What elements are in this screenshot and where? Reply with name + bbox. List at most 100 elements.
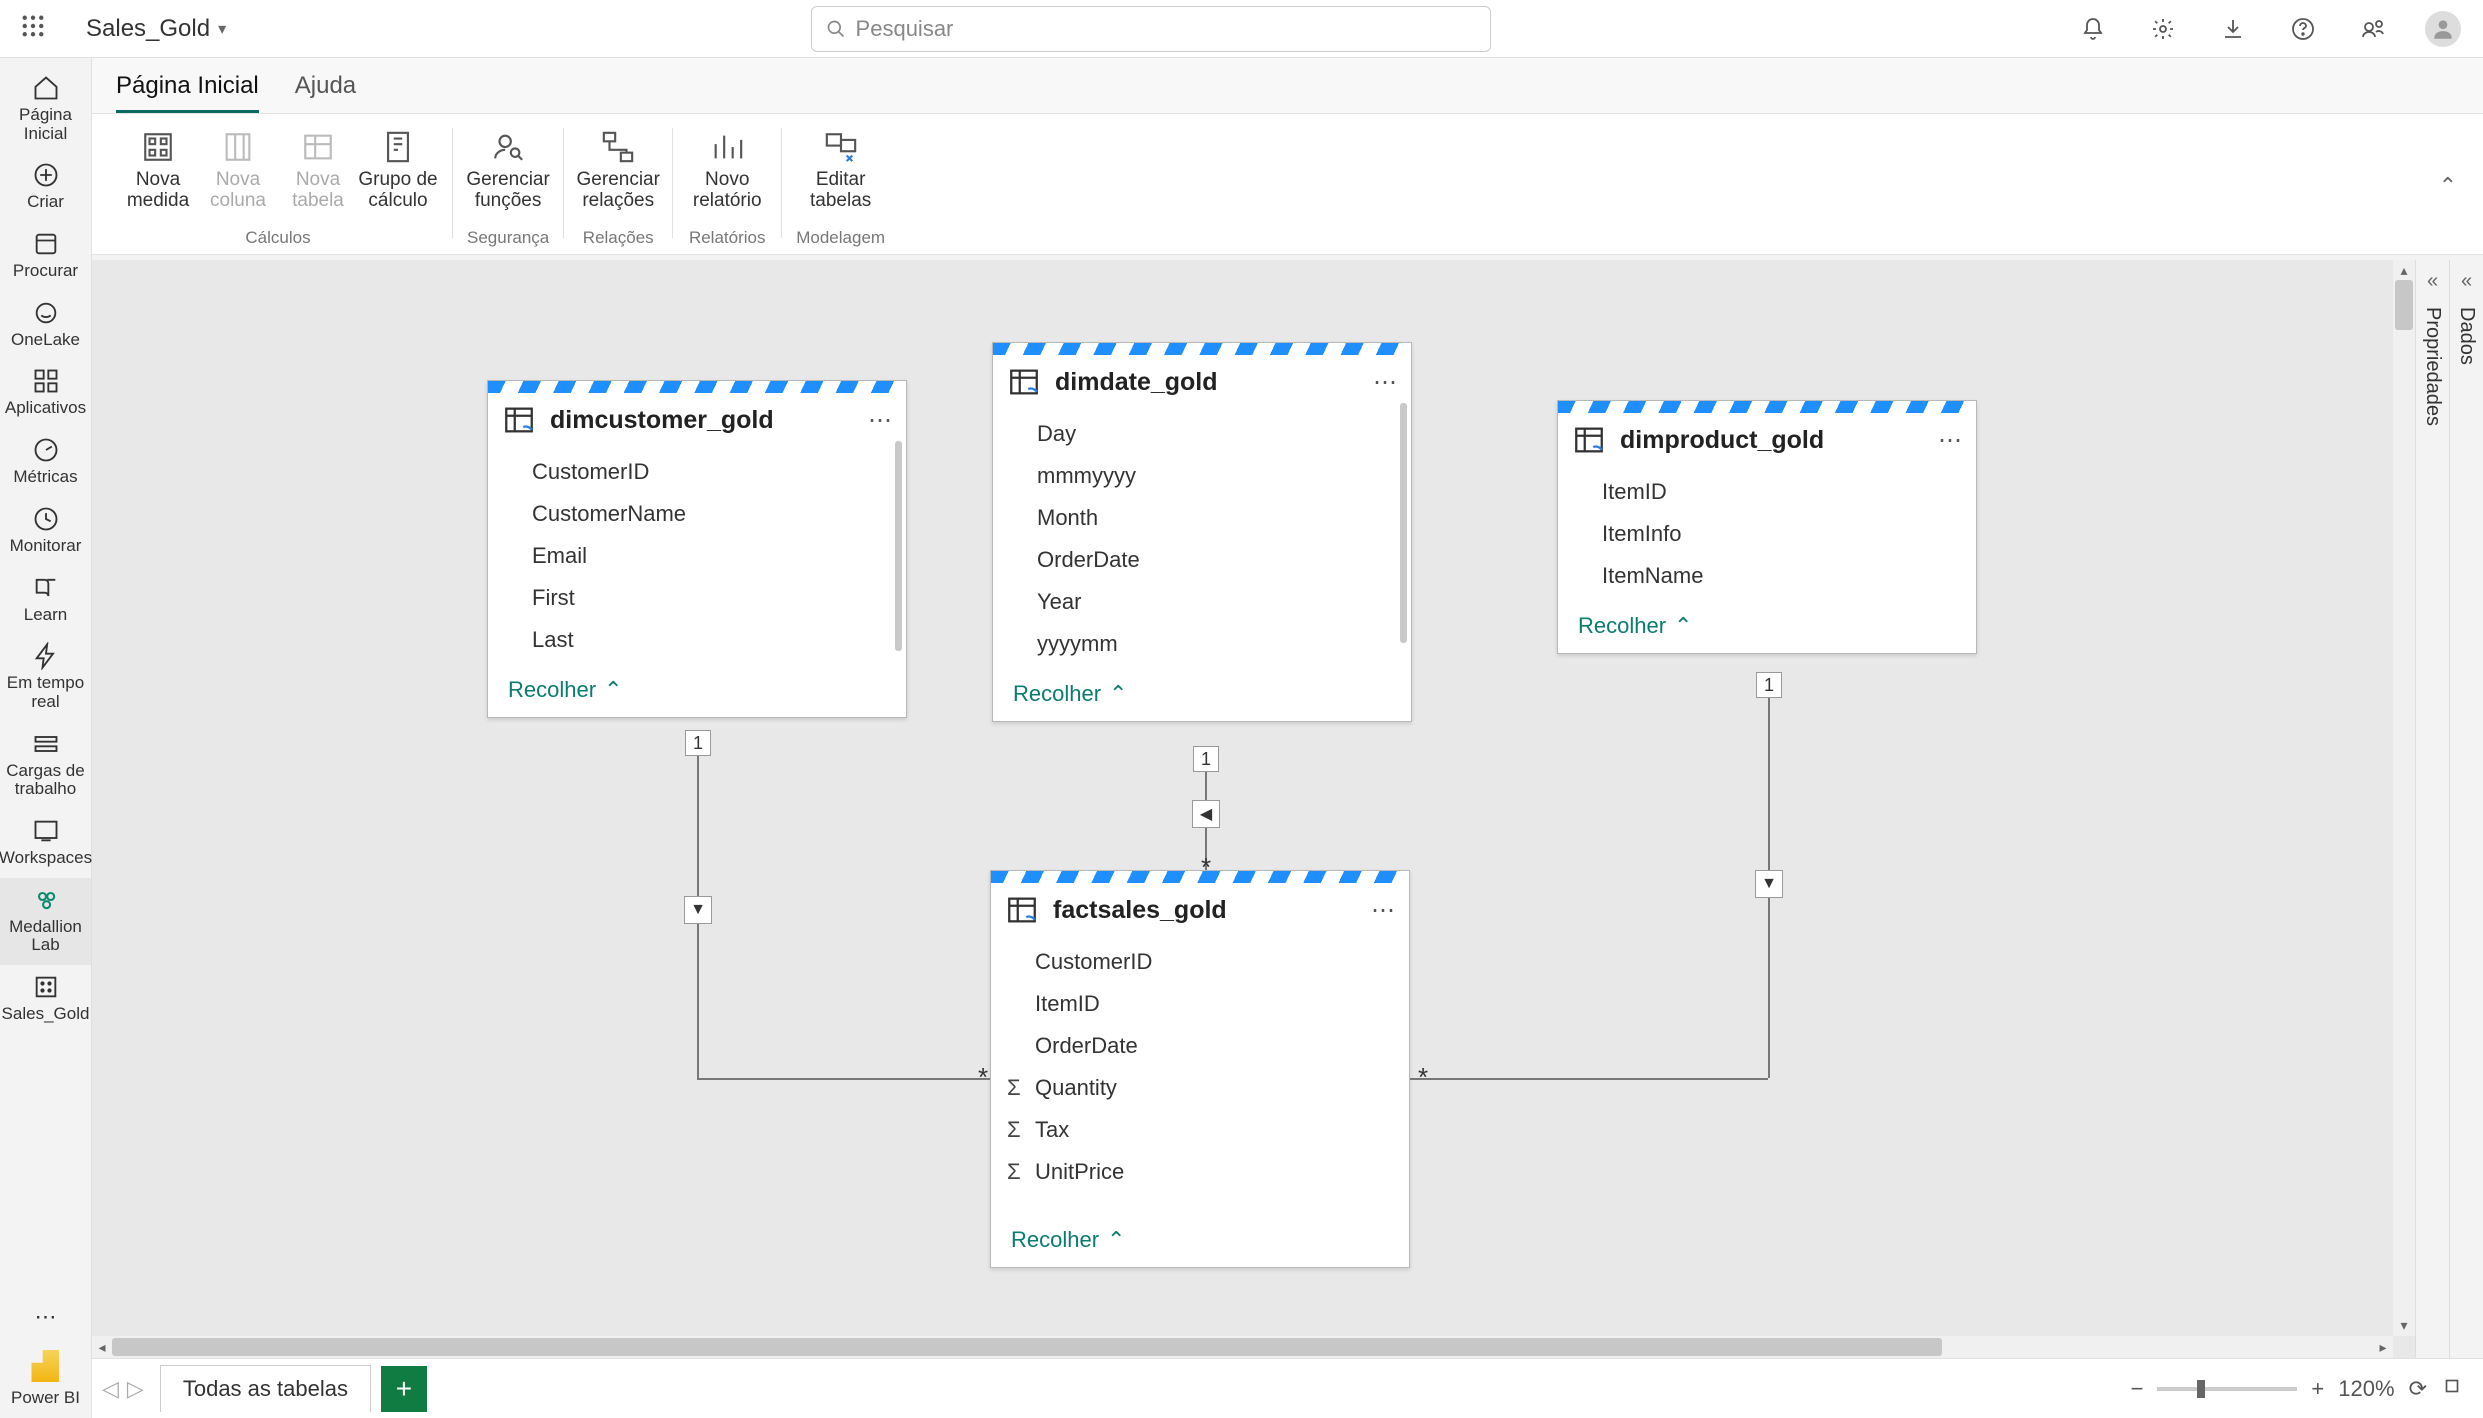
sheet-tab-all-tables[interactable]: Todas as tabelas (160, 1365, 371, 1412)
nav-learn[interactable]: Learn (0, 566, 91, 635)
tab-home[interactable]: Página Inicial (116, 72, 259, 113)
expand-left-icon[interactable]: « (2427, 270, 2438, 293)
nav-create[interactable]: Criar (0, 153, 91, 222)
nav-item-salesgold[interactable]: Sales_Gold (0, 965, 91, 1034)
top-bar: Sales_Gold ▾ Pesquisar (0, 0, 2483, 58)
column-item[interactable]: CustomerID (991, 941, 1409, 983)
column-item[interactable]: ΣUnitPrice (991, 1151, 1409, 1193)
notifications-icon[interactable] (2075, 11, 2111, 47)
collapse-button[interactable]: Recolher⌃ (1558, 603, 1976, 653)
zoom-in-button[interactable]: + (2311, 1376, 2324, 1402)
app-launcher-icon[interactable] (10, 15, 56, 43)
table-card-factsales[interactable]: factsales_gold ⋯ CustomerID ItemID Order… (990, 870, 1410, 1268)
table-icon (1005, 893, 1039, 927)
settings-icon[interactable] (2145, 11, 2181, 47)
zoom-refresh-icon[interactable]: ⟳ (2409, 1376, 2427, 1402)
calc-group-button[interactable]: Grupo decálculo (358, 122, 438, 214)
table-card-dimdate[interactable]: dimdate_gold ⋯ Day mmmyyyy Month OrderDa… (992, 342, 1412, 722)
cardinality-one: 1 (1193, 746, 1219, 772)
fit-to-page-button[interactable] (2441, 1375, 2463, 1403)
table-card-dimproduct[interactable]: dimproduct_gold ⋯ ItemID ItemInfo ItemNa… (1557, 400, 1977, 654)
column-item[interactable]: OrderDate (993, 539, 1411, 581)
cardinality-one: 1 (685, 730, 711, 756)
nav-browse[interactable]: Procurar (0, 222, 91, 291)
column-item[interactable]: Last (488, 619, 906, 661)
relationship-line[interactable] (1410, 1078, 1768, 1080)
new-column-button: Novacoluna (198, 122, 278, 214)
data-pane-collapsed[interactable]: « Dados (2449, 260, 2483, 1358)
model-canvas[interactable]: dimcustomer_gold ⋯ CustomerID CustomerNa… (92, 260, 2415, 1358)
column-item[interactable]: Year (993, 581, 1411, 623)
add-sheet-button[interactable]: + (381, 1366, 427, 1412)
manage-relationships-button[interactable]: Gerenciarrelações (578, 122, 658, 214)
column-item[interactable]: ItemID (991, 983, 1409, 1025)
zoom-slider[interactable] (2157, 1387, 2297, 1391)
table-more-icon[interactable]: ⋯ (868, 406, 892, 435)
column-item[interactable]: ΣQuantity (991, 1067, 1409, 1109)
filter-direction-icon: ▼ (1755, 870, 1783, 898)
canvas-scrollbar-horizontal[interactable]: ◂▸ (92, 1336, 2393, 1358)
cardinality-one: 1 (1756, 672, 1782, 698)
collapse-button[interactable]: Recolher⌃ (993, 671, 1411, 721)
chevron-down-icon: ▾ (218, 19, 226, 39)
tab-help[interactable]: Ajuda (295, 72, 356, 113)
search-box[interactable]: Pesquisar (811, 6, 1491, 52)
column-item[interactable]: mmmyyyy (993, 455, 1411, 497)
calcgroup-icon (381, 124, 415, 170)
search-placeholder: Pesquisar (856, 16, 954, 42)
ribbon-tabs: Página Inicial Ajuda (92, 58, 2483, 113)
model-name-dropdown[interactable]: Sales_Gold ▾ (86, 15, 226, 43)
nav-workloads[interactable]: Cargas de trabalho (0, 722, 91, 809)
column-item[interactable]: CustomerName (488, 493, 906, 535)
column-item[interactable]: OrderDate (991, 1025, 1409, 1067)
table-more-icon[interactable]: ⋯ (1371, 896, 1395, 925)
canvas-scrollbar-vertical[interactable]: ▴▾ (2393, 260, 2415, 1336)
nav-metrics[interactable]: Métricas (0, 428, 91, 497)
collapse-button[interactable]: Recolher⌃ (991, 1217, 1409, 1267)
sheet-prev-button[interactable]: ◁ (102, 1376, 119, 1402)
new-report-button[interactable]: Novorelatório (687, 122, 767, 214)
nav-realtime[interactable]: Em tempo real (0, 634, 91, 721)
download-icon[interactable] (2215, 11, 2251, 47)
user-avatar[interactable] (2425, 11, 2461, 47)
column-item[interactable]: ItemID (1558, 471, 1976, 513)
sigma-icon: Σ (1007, 1075, 1021, 1101)
column-item[interactable]: Day (993, 413, 1411, 455)
column-item[interactable]: ΣTax (991, 1109, 1409, 1151)
chevron-up-icon: ⌃ (1109, 681, 1127, 707)
manage-roles-button[interactable]: Gerenciarfunções (468, 122, 548, 214)
nav-home[interactable]: Página Inicial (0, 66, 91, 153)
expand-left-icon[interactable]: « (2461, 270, 2472, 293)
table-title: dimdate_gold (1055, 368, 1218, 397)
column-item[interactable]: ItemName (1558, 555, 1976, 597)
sheet-next-button[interactable]: ▷ (127, 1376, 144, 1402)
chevron-up-icon: ⌃ (1674, 613, 1692, 639)
zoom-out-button[interactable]: − (2131, 1376, 2144, 1402)
new-measure-button[interactable]: Novamedida (118, 122, 198, 214)
nav-workspace-medallion[interactable]: Medallion Lab (0, 878, 91, 965)
column-item[interactable]: CustomerID (488, 451, 906, 493)
ribbon-collapse-button[interactable]: ⌃ (2423, 173, 2473, 199)
table-more-icon[interactable]: ⋯ (1373, 368, 1397, 397)
relationship-line[interactable] (697, 1078, 990, 1080)
column-item[interactable]: Month (993, 497, 1411, 539)
column-item[interactable]: First (488, 577, 906, 619)
table-more-icon[interactable]: ⋯ (1938, 426, 1962, 455)
column-item[interactable]: Email (488, 535, 906, 577)
properties-pane-collapsed[interactable]: « Propriedades (2415, 260, 2449, 1358)
column-item[interactable]: ItemInfo (1558, 513, 1976, 555)
report-icon (710, 124, 744, 170)
nav-workspaces[interactable]: Workspaces (0, 809, 91, 878)
nav-onelake[interactable]: OneLake (0, 291, 91, 360)
nav-apps[interactable]: Aplicativos (0, 359, 91, 428)
filter-direction-icon: ▼ (684, 896, 712, 924)
help-icon[interactable] (2285, 11, 2321, 47)
collapse-button[interactable]: Recolher⌃ (488, 667, 906, 717)
sigma-icon: Σ (1007, 1117, 1021, 1143)
nav-monitor[interactable]: Monitorar (0, 497, 91, 566)
column-item[interactable]: yyyymm (993, 623, 1411, 665)
nav-more-icon[interactable]: ⋯ (35, 1284, 57, 1330)
edit-tables-button[interactable]: Editartabelas (801, 122, 881, 214)
table-card-dimcustomer[interactable]: dimcustomer_gold ⋯ CustomerID CustomerNa… (487, 380, 907, 718)
feedback-icon[interactable] (2355, 11, 2391, 47)
